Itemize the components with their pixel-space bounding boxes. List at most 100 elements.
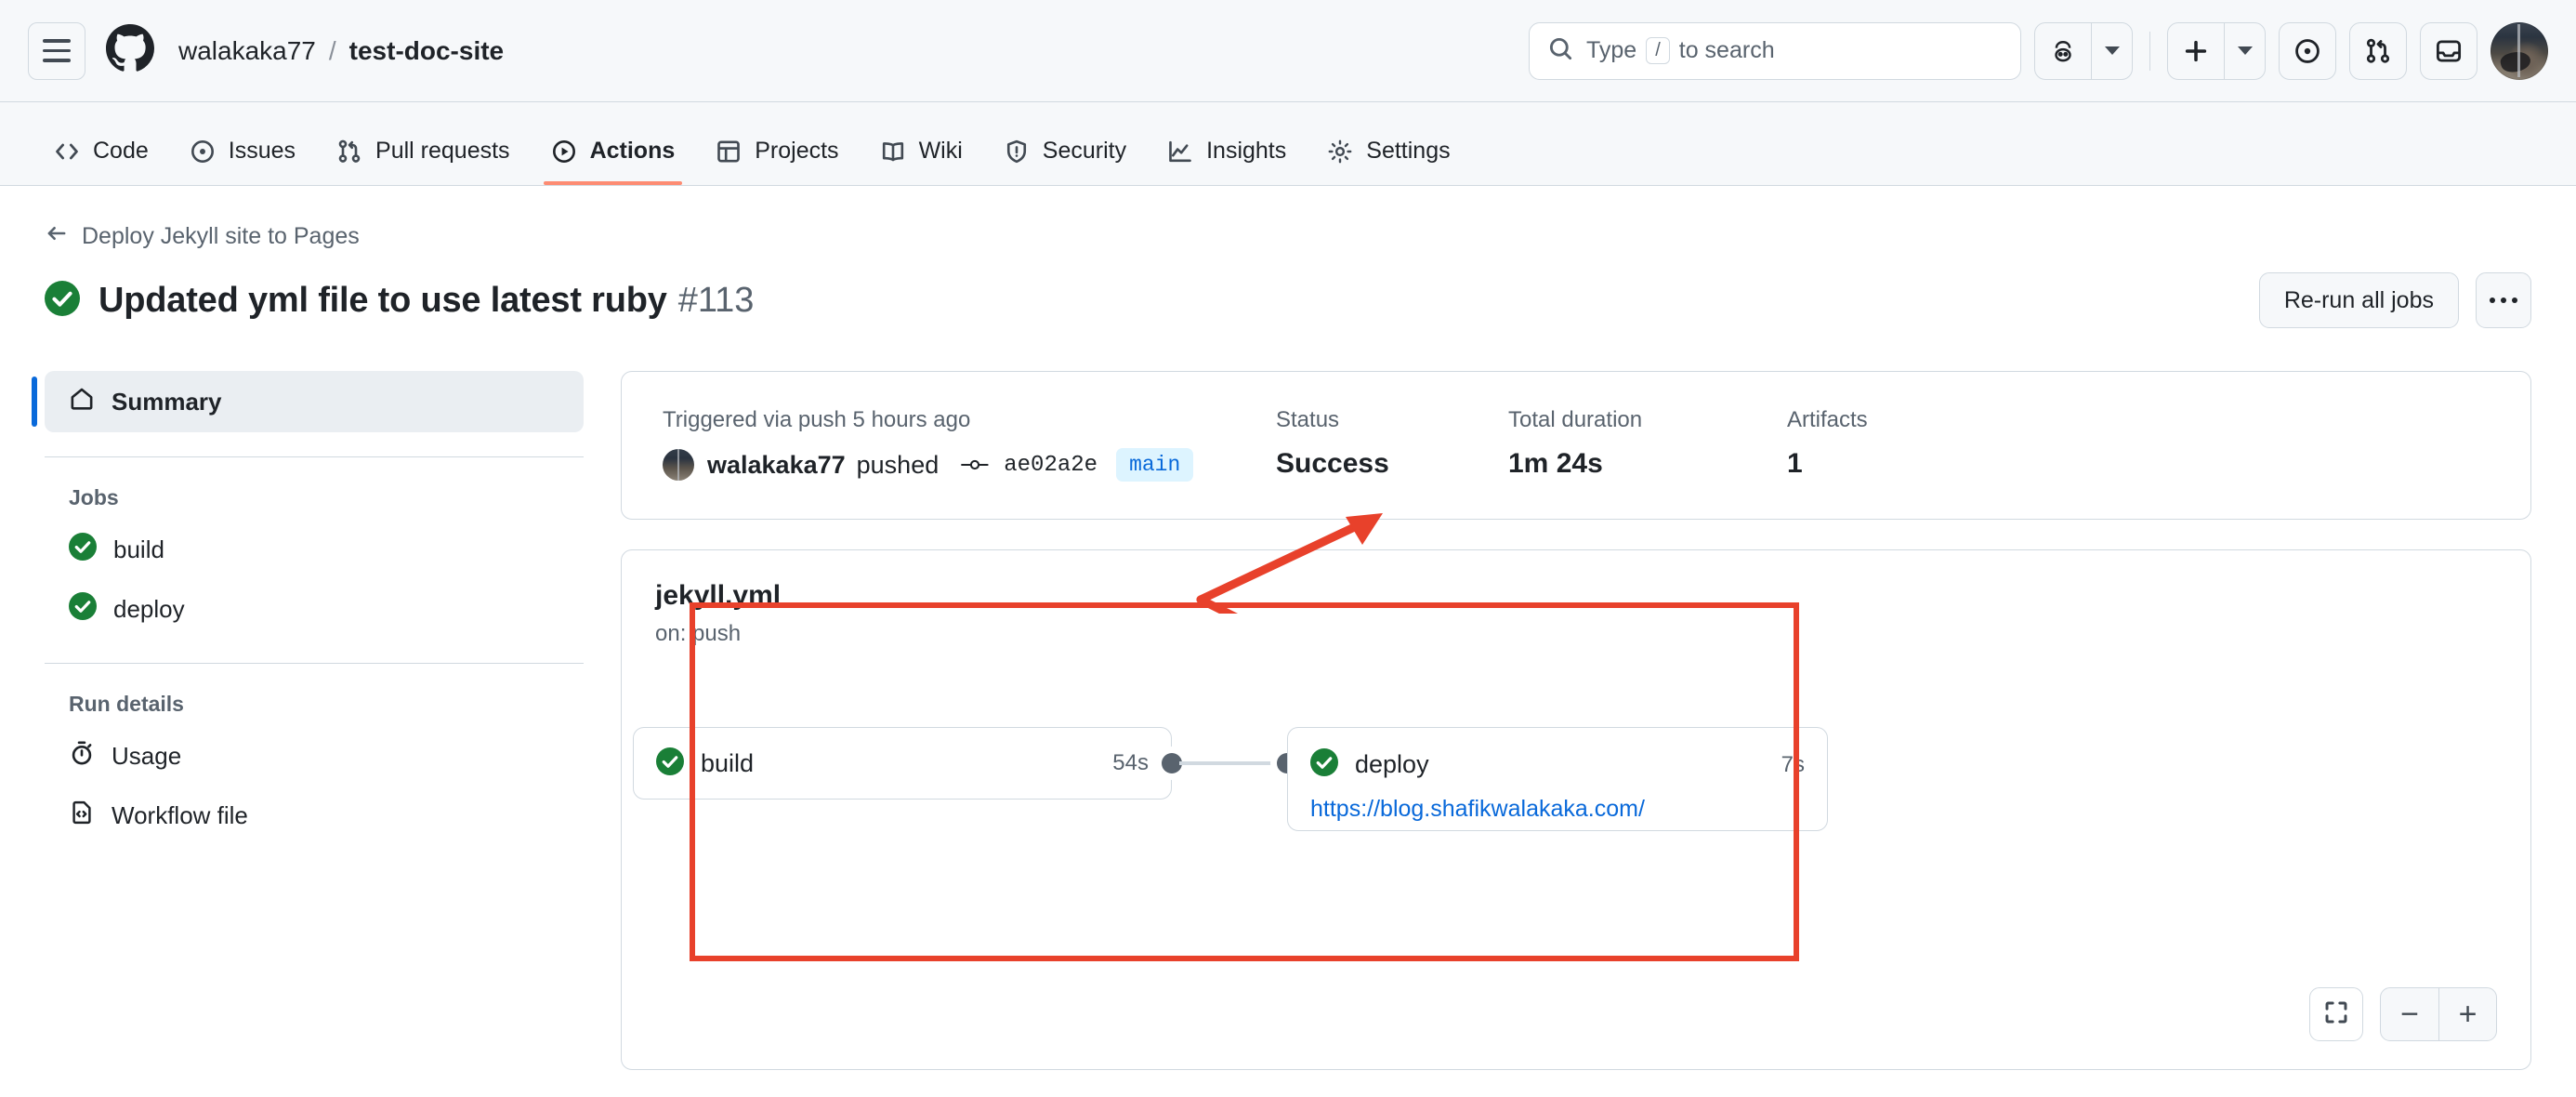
workflow-node-deploy[interactable]: deploy 7s https://blog.shafikwalakaka.co… (1287, 727, 1828, 831)
zoom-button-group: − + (2380, 987, 2497, 1041)
hamburger-line (43, 48, 71, 53)
trigger-column: Triggered via push 5 hours ago walakaka7… (663, 407, 1276, 482)
sidebar-item-label: Usage (112, 741, 182, 770)
breadcrumb-repo[interactable]: test-doc-site (349, 36, 504, 66)
branch-badge[interactable]: main (1116, 448, 1194, 482)
sidebar-item-label: Summary (112, 387, 222, 416)
workflow-node-name: build (701, 748, 755, 777)
plus-icon[interactable] (2168, 23, 2224, 79)
workflow-graph-panel: jekyll.yml on: push build 54s deploy 7s … (621, 549, 2531, 1070)
run-actions: Re-run all jobs (2258, 272, 2531, 328)
repo-nav-label: Settings (1366, 138, 1451, 164)
repo-nav-tab-actions[interactable]: Actions (531, 138, 696, 185)
back-link-label: Deploy Jekyll site to Pages (82, 223, 360, 249)
stopwatch-icon (69, 740, 95, 773)
fit-to-screen-button[interactable] (2309, 987, 2363, 1041)
repo-nav-label: Actions (589, 138, 676, 164)
hamburger-line (43, 39, 71, 43)
sidebar-item-summary[interactable]: Summary (32, 371, 584, 432)
copilot-dropdown-caret[interactable] (2091, 22, 2132, 79)
sidebar-item-workflow-file[interactable]: Workflow file (45, 786, 584, 845)
notifications-inbox-button[interactable] (2420, 21, 2477, 80)
sidebar-item-usage[interactable]: Usage (45, 726, 584, 786)
global-header: walakaka77 / test-doc-site Type / to sea… (0, 0, 2576, 102)
back-to-workflow-link[interactable]: Deploy Jekyll site to Pages (45, 221, 360, 252)
create-new-split-button[interactable] (2167, 21, 2266, 80)
copilot-split-button[interactable] (2034, 21, 2133, 80)
success-check-icon (69, 532, 97, 567)
search-placeholder-pre: Type (1586, 37, 1637, 63)
status-value-success: Success (1276, 448, 1389, 479)
sidebar-job-label: build (113, 535, 164, 563)
graph-icon (1167, 139, 1193, 165)
artifacts-label: Artifacts (1787, 407, 1868, 432)
workflow-node-name: deploy (1355, 750, 1429, 778)
sidebar-item-label: Workflow file (112, 800, 248, 829)
copilot-icon[interactable] (2035, 23, 2091, 79)
fit-screen-icon (2323, 999, 2349, 1030)
issues-button[interactable] (2279, 21, 2336, 80)
shield-icon (1004, 139, 1030, 165)
create-new-dropdown-caret[interactable] (2224, 22, 2265, 79)
repo-nav-label: Security (1042, 138, 1127, 164)
run-summary-card: Triggered via push 5 hours ago walakaka7… (621, 371, 2531, 520)
actor-name[interactable]: walakaka77 (707, 451, 846, 480)
actor-avatar[interactable] (663, 449, 694, 481)
user-avatar[interactable] (2491, 21, 2548, 80)
gear-icon (1327, 139, 1353, 165)
table-icon (716, 139, 742, 165)
workflow-node-build[interactable]: build 54s (633, 727, 1172, 800)
run-sidebar: Summary Jobs build deploy Run details Us… (32, 371, 621, 1070)
commit-sha[interactable]: ae02a2e (1004, 453, 1097, 478)
artifacts-column: Artifacts 1 (1787, 407, 1868, 480)
repo-nav-label: Code (93, 138, 149, 164)
zoom-in-button[interactable]: + (2438, 988, 2496, 1040)
git-pull-request-icon (336, 139, 362, 165)
triggered-text: Triggered via push 5 hours ago (663, 407, 971, 432)
book-icon (880, 139, 906, 165)
repo-nav-tab-settings[interactable]: Settings (1307, 138, 1470, 185)
run-main: Triggered via push 5 hours ago walakaka7… (621, 371, 2531, 1070)
sidebar-divider (45, 663, 584, 664)
repo-nav-label: Insights (1206, 138, 1287, 164)
workflow-trigger-event: on: push (655, 621, 742, 646)
artifacts-value: 1 (1787, 448, 1803, 479)
zoom-out-button[interactable]: − (2381, 988, 2438, 1040)
repo-nav-label: Pull requests (375, 138, 510, 164)
github-actions-run-page: walakaka77 / test-doc-site Type / to sea… (0, 0, 2576, 1097)
search-slash-key: / (1646, 37, 1670, 64)
repo-nav-tab-issues[interactable]: Issues (169, 138, 316, 185)
search-placeholder: Type / to search (1586, 37, 1775, 64)
workflow-graph-canvas[interactable]: jekyll.yml on: push build 54s deploy 7s … (622, 550, 2530, 1069)
repo-nav-tab-projects[interactable]: Projects (695, 138, 859, 185)
nav-menu-button[interactable] (28, 21, 85, 80)
duration-value: 1m 24s (1508, 448, 1603, 479)
status-column: Status Success (1276, 407, 1508, 480)
rerun-all-jobs-button[interactable]: Re-run all jobs (2258, 272, 2459, 328)
more-options-button[interactable] (2476, 272, 2531, 328)
search-input[interactable]: Type / to search (1529, 21, 2021, 80)
repo-nav-tab-insights[interactable]: Insights (1147, 138, 1307, 185)
search-placeholder-post: to search (1678, 37, 1775, 63)
issue-opened-icon (190, 139, 216, 165)
github-logo-icon[interactable] (106, 24, 154, 77)
success-check-icon (45, 280, 80, 321)
repo-nav-tab-security[interactable]: Security (983, 138, 1147, 185)
breadcrumb: walakaka77 / test-doc-site (178, 36, 504, 66)
kebab-dot (2512, 297, 2517, 303)
play-icon (551, 139, 577, 165)
status-label: Status (1276, 407, 1340, 432)
repo-nav-tab-code[interactable]: Code (33, 138, 169, 185)
workflow-node-deployment-url[interactable]: https://blog.shafikwalakaka.com/ (1288, 796, 1827, 823)
repo-nav-label: Wiki (918, 138, 963, 164)
sidebar-job-build[interactable]: build (45, 520, 584, 579)
file-code-icon (69, 800, 95, 832)
pull-requests-button[interactable] (2349, 21, 2407, 80)
run-page-content: Deploy Jekyll site to Pages Updated yml … (0, 186, 2576, 1070)
sidebar-job-deploy[interactable]: deploy (45, 579, 584, 639)
breadcrumb-owner[interactable]: walakaka77 (178, 36, 316, 66)
repo-nav-tab-wiki[interactable]: Wiki (860, 138, 983, 185)
home-icon (69, 386, 95, 418)
workflow-node-deploy-row: deploy 7s (1288, 736, 1827, 794)
repo-nav-tab-pull-requests[interactable]: Pull requests (316, 138, 531, 185)
